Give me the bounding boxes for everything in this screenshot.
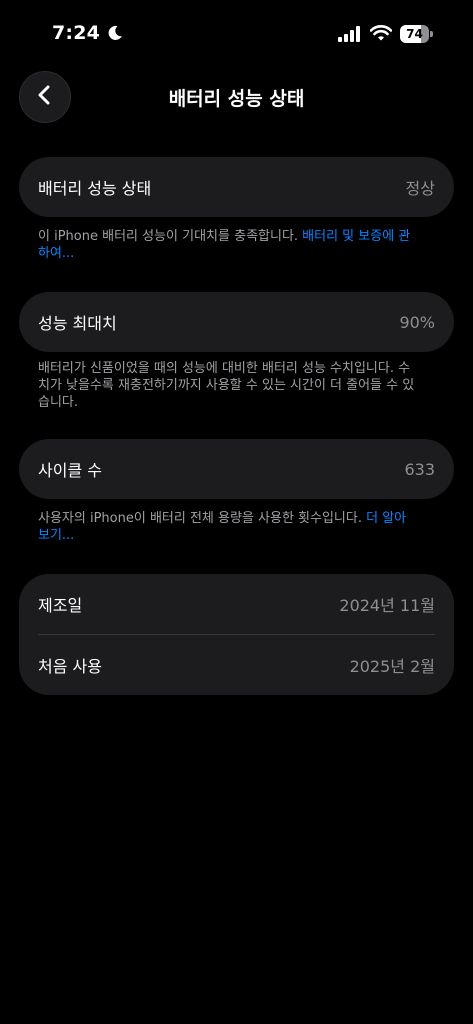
max-capacity-card: 성능 최대치 90%	[19, 292, 454, 352]
manufacture-date-label: 제조일	[38, 596, 83, 615]
max-capacity-label: 성능 최대치	[38, 314, 117, 333]
max-capacity-value: 90%	[399, 312, 435, 332]
cycle-count-row: 사이클 수 633	[19, 439, 454, 499]
wifi-icon	[369, 24, 393, 46]
status-time: 7:24	[52, 22, 124, 44]
battery-level-text: 74	[406, 27, 423, 41]
page-title: 배터리 성능 상태	[168, 88, 305, 110]
manufacture-date-row: 제조일 2024년 11월	[19, 574, 454, 634]
battery-health-row: 배터리 성능 상태 정상	[19, 157, 454, 217]
battery-health-label: 배터리 성능 상태	[38, 179, 152, 198]
battery-health-value: 정상	[405, 179, 435, 198]
max-capacity-note: 배터리가 신품이었을 때의 성능에 대비한 배터리 성능 수치입니다. 수치가 …	[38, 360, 418, 411]
first-use-date-label: 처음 사용	[38, 657, 102, 676]
cycle-count-note-text: 사용자의 iPhone이 배터리 전체 용량을 사용한 횟수입니다.	[38, 511, 367, 526]
cycle-count-note: 사용자의 iPhone이 배터리 전체 용량을 사용한 횟수입니다. 더 알아보…	[38, 510, 418, 544]
max-capacity-row: 성능 최대치 90%	[19, 292, 454, 352]
signal-icon	[338, 26, 362, 46]
first-use-date-row: 처음 사용 2025년 2월	[19, 635, 454, 695]
cycle-count-value: 633	[404, 459, 435, 479]
battery-tip	[430, 31, 433, 37]
status-time-text: 7:24	[52, 22, 101, 44]
moon-icon	[106, 24, 124, 42]
battery-body: 74	[400, 25, 429, 43]
cycle-count-card: 사이클 수 633	[19, 439, 454, 499]
dates-card: 제조일 2024년 11월 처음 사용 2025년 2월	[19, 574, 454, 695]
cycle-count-label: 사이클 수	[38, 461, 102, 480]
battery-health-note: 이 iPhone 배터리 성능이 기대치를 충족합니다. 배터리 및 보증에 관…	[38, 228, 418, 262]
battery-health-note-text: 이 iPhone 배터리 성능이 기대치를 충족합니다.	[38, 229, 303, 244]
max-capacity-note-text: 배터리가 신품이었을 때의 성능에 대비한 배터리 성능 수치입니다. 수치가 …	[38, 361, 415, 410]
manufacture-date-value: 2024년 11월	[339, 596, 435, 615]
battery-icon: 74	[400, 25, 434, 43]
first-use-date-value: 2025년 2월	[349, 657, 435, 676]
battery-health-card: 배터리 성능 상태 정상	[19, 157, 454, 217]
status-bar: 7:24 74	[0, 0, 473, 70]
